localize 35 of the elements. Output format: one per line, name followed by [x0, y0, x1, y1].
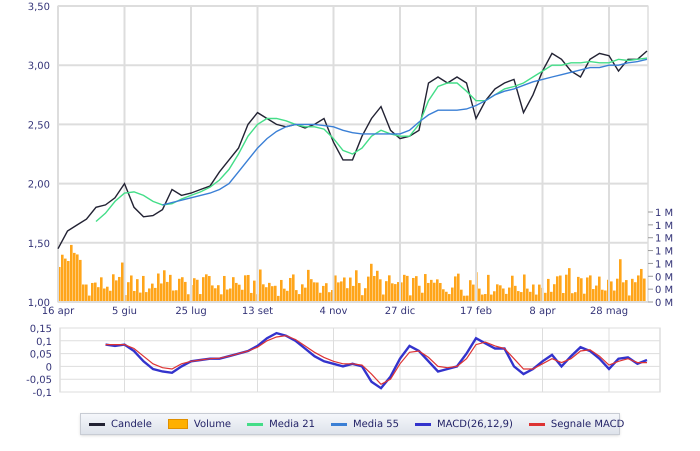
axis-label: 2,00 [28, 180, 50, 191]
axis-label: 0,05 [30, 350, 52, 361]
axis-label: 17 feb [460, 306, 492, 317]
legend-label: MACD(26,12,9) [436, 418, 513, 432]
legend-label: Media 55 [353, 418, 399, 432]
axis-label: 0 [46, 362, 52, 374]
axis-label: 3,50 [28, 2, 50, 13]
axis-label: 2,50 [28, 120, 50, 132]
axis-label: 1 M [655, 208, 674, 219]
axis-label: 1,50 [28, 238, 50, 250]
axis-label: -0,05 [26, 375, 52, 386]
axis-label: 3,00 [28, 61, 50, 72]
axis-label: 1 M [655, 246, 674, 258]
axis-label: 4 nov [320, 306, 348, 317]
legend-label: Candele [111, 418, 152, 432]
axis-label: 5 giu [112, 306, 137, 317]
axis-label: 1 M [655, 234, 674, 245]
axis-label: 1,00 [28, 298, 50, 309]
axis-label: 0 M [655, 298, 674, 309]
legend-label: Media 21 [269, 418, 316, 432]
axis-label: 27 dic [384, 306, 416, 317]
axis-label: 0 M [655, 285, 674, 296]
axis-label: 0,15 [30, 324, 52, 335]
axis-label: -0,1 [32, 388, 52, 399]
axis-label: 0,1 [36, 336, 52, 348]
axis-label: 28 mag [590, 306, 628, 317]
axis-label: 0 M [655, 272, 674, 284]
axis-label: 25 lug [175, 306, 207, 317]
axis-label: 1 M [655, 259, 674, 270]
axis-label: 8 apr [529, 306, 556, 317]
axis-label: 16 apr [42, 306, 74, 317]
axis-label: 13 set [242, 306, 274, 317]
legend-label: Segnale MACD [550, 418, 624, 432]
axis-label: 1 M [655, 220, 674, 232]
legend-label: Volume [194, 418, 232, 432]
